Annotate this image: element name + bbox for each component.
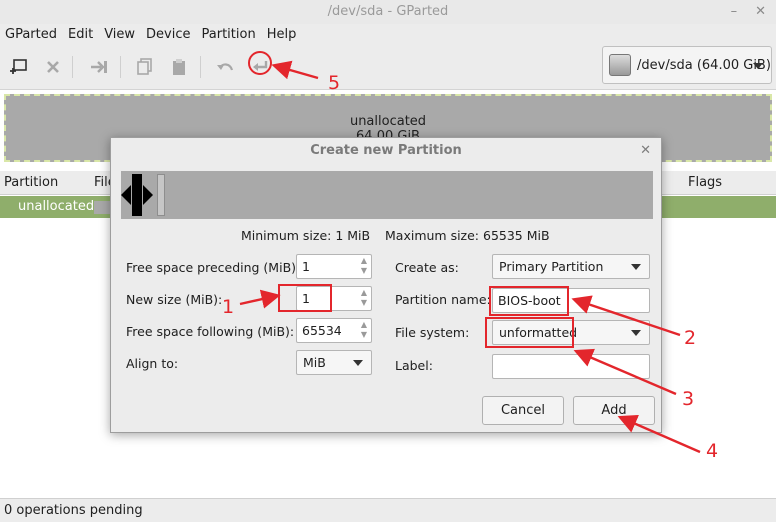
arrow-2 <box>571 295 681 337</box>
annotation-number-5: 5 <box>328 72 341 94</box>
annotation-arrows <box>239 60 701 454</box>
annotation-number-2: 2 <box>684 327 697 349</box>
arrow-3 <box>573 348 677 396</box>
annotation-number-4: 4 <box>706 440 719 462</box>
annotation-number-3: 3 <box>682 388 695 410</box>
arrow-1 <box>239 289 281 309</box>
annotation-number-1: 1 <box>222 296 235 318</box>
arrow-5 <box>271 60 319 80</box>
arrow-4 <box>617 414 701 454</box>
